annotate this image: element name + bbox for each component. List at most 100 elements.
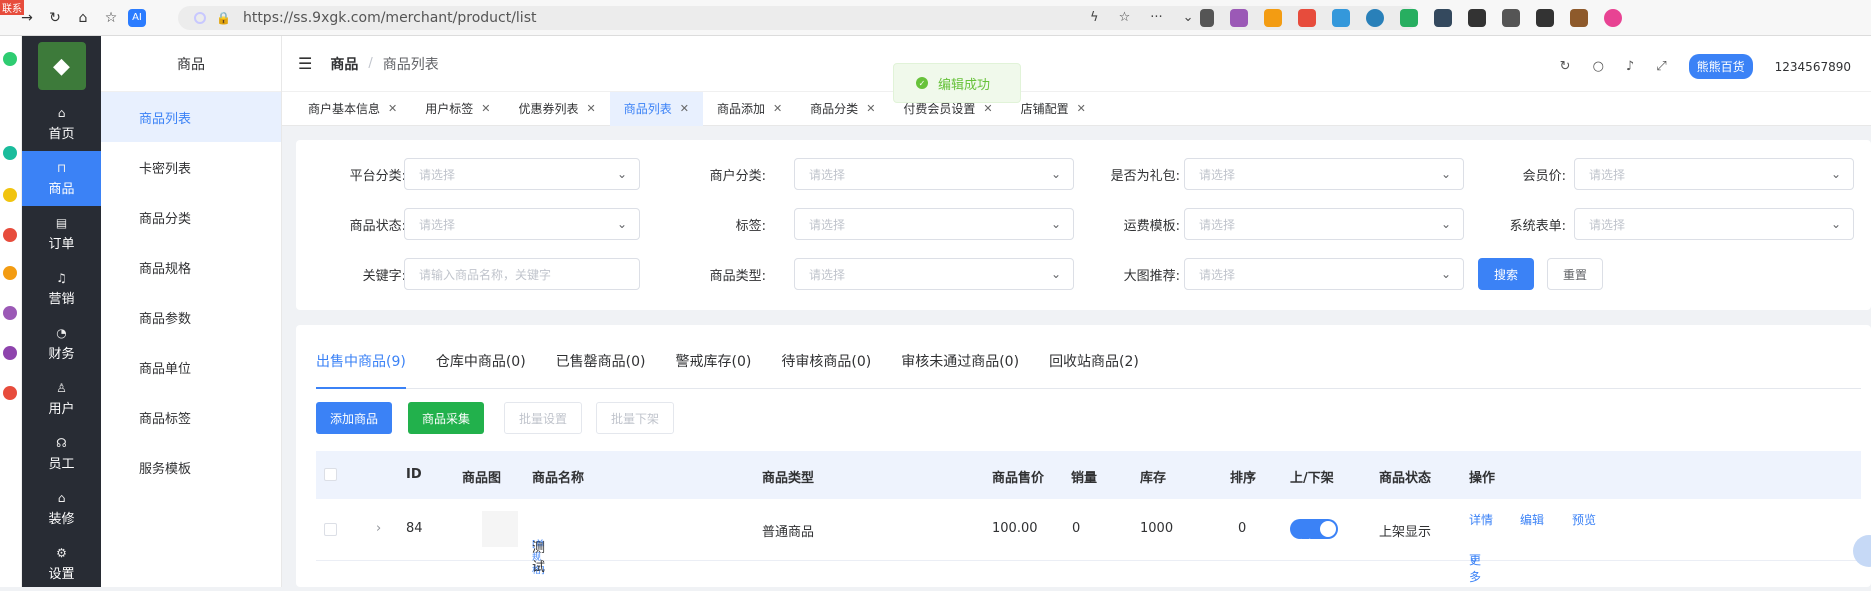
expand-icon[interactable]: › — [376, 521, 381, 536]
download-icon[interactable] — [1502, 9, 1520, 27]
favorites-icon[interactable]: ☆ — [100, 7, 122, 29]
nav-decoration[interactable]: ⌂ 装修 — [22, 481, 101, 536]
merchant-category-select[interactable]: 请选择 ⌄ — [794, 158, 1074, 190]
float-help-button[interactable] — [1853, 535, 1871, 567]
mail-icon[interactable] — [1332, 9, 1350, 27]
subnav-item-category[interactable]: 商品分类 — [101, 192, 281, 242]
close-icon[interactable]: ✕ — [680, 102, 689, 115]
nav-settings[interactable]: ⚙ 设置 — [22, 536, 101, 591]
close-icon[interactable]: ✕ — [866, 102, 875, 115]
search-button[interactable]: 搜索 — [1478, 258, 1534, 290]
home-icon[interactable]: ⌂ — [72, 7, 94, 29]
menu-toggle-icon[interactable]: ☰ — [298, 54, 312, 73]
fullscreen-icon[interactable]: ⤢ — [1656, 59, 1666, 74]
banner-recommend-select[interactable]: 请选择 ⌄ — [1184, 258, 1464, 290]
detail-link[interactable]: 详情 — [1469, 511, 1493, 528]
bolt-icon[interactable]: ϟ — [1090, 10, 1099, 25]
tab-low-stock[interactable]: 警戒库存(0) — [676, 351, 752, 389]
tab-on-sale[interactable]: 出售中商品(9) — [316, 351, 406, 389]
is-gift-select[interactable]: 请选择 ⌄ — [1184, 158, 1464, 190]
tag-product-category[interactable]: 商品分类 ✕ — [796, 92, 889, 126]
tag-coupons[interactable]: 优惠券列表 ✕ — [504, 92, 609, 126]
nav-marketing[interactable]: ♫ 营销 — [22, 261, 101, 316]
collect-product-button[interactable]: 商品采集 — [408, 402, 485, 434]
profile-icon[interactable] — [1604, 9, 1622, 27]
breadcrumb-root[interactable]: 商品 — [330, 54, 358, 74]
app-icon[interactable] — [3, 386, 17, 400]
product-type-select[interactable]: 请选择 ⌄ — [794, 258, 1074, 290]
app-icon[interactable] — [3, 346, 17, 360]
member-price-select[interactable]: 请选择 ⌄ — [1574, 158, 1854, 190]
row-checkbox[interactable] — [324, 523, 337, 536]
shipping-template-select[interactable]: 请选择 ⌄ — [1184, 208, 1464, 240]
weibo-icon[interactable] — [1298, 9, 1316, 27]
scissors-icon[interactable] — [1200, 9, 1214, 27]
app-icon[interactable] — [3, 266, 17, 280]
chevron-down-icon[interactable]: ⌄ — [1183, 10, 1194, 25]
app-icon[interactable] — [3, 146, 17, 160]
preview-link[interactable]: 预览 — [1572, 511, 1596, 528]
subnav-item-product-list[interactable]: 商品列表 — [101, 92, 281, 142]
subnav-item-card-list[interactable]: 卡密列表 — [101, 142, 281, 192]
nav-users[interactable]: ♙ 用户 — [22, 371, 101, 426]
platform-category-select[interactable]: 请选择 ⌄ — [404, 158, 640, 190]
subnav-item-spec[interactable]: 商品规格 — [101, 242, 281, 292]
nav-products[interactable]: ⊓ 商品 — [22, 151, 101, 206]
select-all-checkbox[interactable] — [324, 468, 337, 481]
close-icon[interactable]: ✕ — [773, 102, 782, 115]
tag-user-tags[interactable]: 用户标签 ✕ — [411, 92, 504, 126]
briefcase-icon[interactable] — [1570, 9, 1588, 27]
nav-home[interactable]: ⌂ 首页 — [22, 96, 101, 151]
reset-button[interactable]: 重置 — [1547, 258, 1603, 290]
shop-switch-button[interactable]: 熊熊百货 — [1688, 54, 1753, 79]
nav-orders[interactable]: ▤ 订单 — [22, 206, 101, 261]
more-icon[interactable]: ··· — [1150, 10, 1162, 25]
translate-icon[interactable] — [1230, 9, 1248, 27]
tag-product-add[interactable]: 商品添加 ✕ — [703, 92, 796, 126]
on-shelf-toggle[interactable]: 上架 — [1290, 519, 1338, 551]
batch-settings-button[interactable]: 批量设置 — [504, 402, 583, 434]
search-icon[interactable]: ○ — [1593, 59, 1604, 74]
tab-sold-out[interactable]: 已售罄商品(0) — [556, 351, 646, 389]
subnav-item-tags[interactable]: 商品标签 — [101, 392, 281, 442]
star-icon[interactable]: ☆ — [1119, 10, 1131, 25]
subnav-item-service[interactable]: 服务模板 — [101, 442, 281, 492]
tab-pending-review[interactable]: 待审核商品(0) — [781, 351, 871, 389]
bell-icon[interactable]: ♪ — [1626, 59, 1634, 74]
refresh-icon[interactable]: ↻ — [1560, 59, 1571, 74]
account-name[interactable]: 1234567890 — [1775, 60, 1851, 74]
screen-icon[interactable] — [1434, 9, 1452, 27]
puzzle-icon[interactable] — [1468, 9, 1486, 27]
subnav-item-params[interactable]: 商品参数 — [101, 292, 281, 342]
batch-off-shelf-button[interactable]: 批量下架 — [596, 402, 675, 434]
add-product-button[interactable]: 添加商品 — [316, 402, 393, 434]
tag-select[interactable]: 请选择 ⌄ — [794, 208, 1074, 240]
close-icon[interactable]: ✕ — [481, 102, 490, 115]
site-info-icon[interactable] — [194, 12, 206, 24]
app-icon[interactable] — [3, 306, 17, 320]
app-icon[interactable] — [3, 188, 17, 202]
undo-icon[interactable] — [1536, 9, 1554, 27]
close-icon[interactable]: ✕ — [586, 102, 595, 115]
nav-finance[interactable]: ◔ 财务 — [22, 316, 101, 371]
system-form-select[interactable]: 请选择 ⌄ — [1574, 208, 1854, 240]
tag-merchant-info[interactable]: 商户基本信息 ✕ — [294, 92, 411, 126]
reload-icon[interactable]: ↻ — [44, 7, 66, 29]
app-icon[interactable] — [3, 228, 17, 242]
close-icon[interactable]: ✕ — [1077, 102, 1086, 115]
status-select[interactable]: 请选择 ⌄ — [404, 208, 640, 240]
close-icon[interactable]: ✕ — [388, 102, 397, 115]
tab-warehouse[interactable]: 仓库中商品(0) — [436, 351, 526, 389]
app-icon[interactable] — [3, 52, 17, 66]
keyword-input[interactable]: 请输入商品名称，关键字 — [404, 258, 640, 290]
ai-ext-icon[interactable] — [1366, 9, 1384, 27]
close-icon[interactable]: ✕ — [983, 102, 992, 115]
nav-staff[interactable]: ☊ 员工 — [22, 426, 101, 481]
tab-rejected[interactable]: 审核未通过商品(0) — [901, 351, 1019, 389]
tag-product-list[interactable]: 商品列表 ✕ — [609, 91, 703, 126]
ai-icon[interactable]: AI — [128, 8, 146, 27]
subnav-item-unit[interactable]: 商品单位 — [101, 342, 281, 392]
tab-recycle-bin[interactable]: 回收站商品(2) — [1049, 351, 1139, 389]
game-icon[interactable] — [1264, 9, 1282, 27]
w-icon[interactable] — [1400, 9, 1418, 27]
